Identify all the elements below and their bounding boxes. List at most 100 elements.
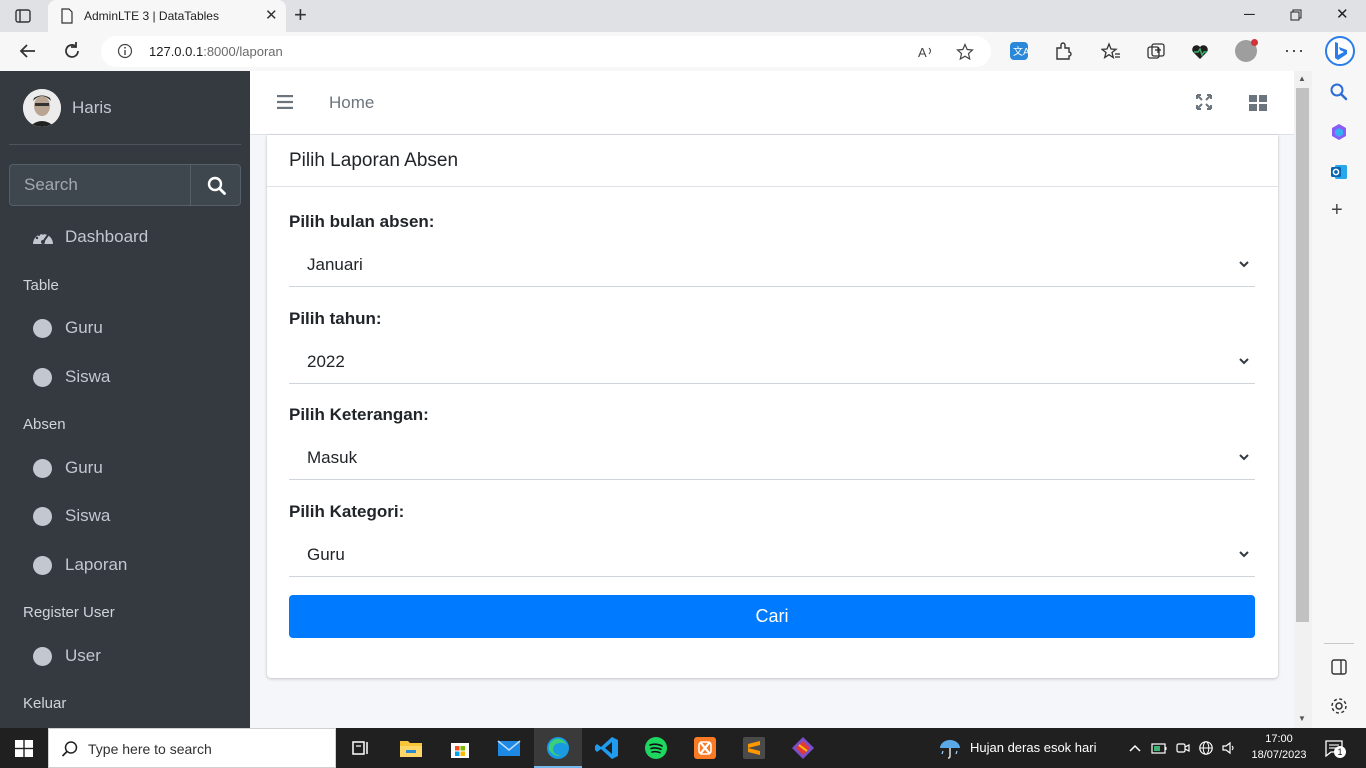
hamburger-menu-icon[interactable] — [277, 95, 293, 109]
task-view-icon[interactable] — [348, 735, 374, 761]
rain-umbrella-icon[interactable] — [938, 737, 962, 759]
xampp-icon[interactable] — [692, 735, 718, 761]
card-title: Pilih Laporan Absen — [289, 150, 459, 171]
control-sidebar-icon[interactable] — [1249, 94, 1267, 112]
circle-icon — [33, 647, 52, 666]
favorite-star-icon[interactable] — [956, 43, 974, 61]
git-gui-icon[interactable] — [790, 735, 816, 761]
keterangan-label: Pilih Keterangan: — [289, 405, 429, 424]
outlook-icon[interactable] — [1329, 162, 1349, 182]
user-name[interactable]: Haris — [72, 98, 112, 118]
home-link[interactable]: Home — [329, 93, 374, 113]
system-clock[interactable]: 17:00 18/07/2023 — [1248, 732, 1310, 763]
close-window-icon[interactable]: ✕ — [1336, 6, 1349, 24]
sidebar-header-register-user: Register User — [23, 604, 115, 621]
svg-text:文A: 文A — [1013, 45, 1029, 58]
keterangan-select[interactable]: Masuk — [289, 434, 1255, 480]
browser-tab-bar: AdminLTE 3 | DataTables ✕ + ─ ✕ — [0, 0, 1366, 32]
refresh-icon[interactable] — [61, 40, 83, 62]
settings-gear-icon[interactable] — [1329, 696, 1349, 716]
edge-browser-icon — [547, 737, 569, 759]
chevron-down-icon — [1239, 454, 1249, 461]
content-wrapper: Home Pilih Laporan Absen Pilih bulan abs… — [250, 71, 1294, 728]
bing-copilot-icon[interactable] — [1324, 35, 1356, 67]
circle-icon — [33, 319, 52, 338]
tab-actions-icon[interactable] — [14, 7, 32, 25]
sidebar-search-button[interactable] — [190, 164, 241, 206]
weather-text[interactable]: Hujan deras esok hari — [970, 740, 1096, 755]
sidebar-item-keluar[interactable]: Keluar — [23, 695, 66, 712]
site-info-icon[interactable] — [117, 43, 133, 59]
sublime-text-icon[interactable] — [741, 735, 767, 761]
top-navbar: Home — [250, 71, 1294, 135]
chevron-up-icon[interactable] — [1127, 740, 1143, 756]
browser-tab[interactable]: AdminLTE 3 | DataTables ✕ — [48, 0, 286, 32]
add-panel-icon[interactable]: + — [1331, 199, 1343, 222]
microsoft-store-icon[interactable] — [447, 735, 473, 761]
browser-toolbar: 127.0.0.1:8000/laporan A 文A ··· — [0, 32, 1366, 71]
notification-center[interactable]: 1 — [1325, 739, 1346, 758]
year-select-value: 2022 — [307, 352, 345, 371]
file-explorer-icon[interactable] — [398, 735, 424, 761]
page-scrollbar[interactable]: ▲ ▼ — [1294, 71, 1312, 728]
close-tab-icon[interactable]: ✕ — [265, 8, 278, 24]
scroll-down-icon[interactable]: ▼ — [1298, 714, 1306, 723]
split-screen-icon[interactable] — [1329, 657, 1349, 677]
sidebar-item-absen-siswa[interactable]: Siswa — [9, 496, 241, 536]
spotify-icon[interactable] — [643, 735, 669, 761]
address-bar[interactable]: 127.0.0.1:8000/laporan A — [101, 36, 991, 67]
kategori-select-value: Guru — [307, 545, 345, 564]
scroll-up-icon[interactable]: ▲ — [1298, 74, 1306, 83]
battery-icon[interactable] — [1151, 740, 1167, 756]
month-select[interactable]: Januari — [289, 241, 1255, 287]
search-icon[interactable] — [1329, 82, 1349, 102]
sidebar-item-label: Siswa — [65, 367, 111, 386]
minimize-icon[interactable]: ─ — [1244, 6, 1255, 24]
month-label: Pilih bulan absen: — [289, 212, 435, 231]
sidebar-header-table: Table — [23, 277, 59, 294]
performance-icon[interactable] — [1190, 42, 1210, 62]
search-icon — [207, 176, 226, 195]
cari-button[interactable]: Cari — [289, 595, 1255, 638]
translate-icon[interactable]: 文A — [1009, 41, 1029, 61]
notification-count: 1 — [1334, 746, 1346, 758]
scrollbar-thumb[interactable] — [1296, 88, 1309, 622]
restore-icon[interactable] — [1290, 9, 1302, 21]
sidebar-search-input[interactable] — [9, 164, 191, 206]
fullscreen-icon[interactable] — [1196, 94, 1212, 110]
favorites-icon[interactable] — [1101, 42, 1121, 62]
new-tab-icon[interactable]: + — [294, 4, 307, 26]
sidebar-item-absen-laporan[interactable]: Laporan — [9, 545, 241, 585]
url-text: 127.0.0.1:8000/laporan — [149, 44, 283, 59]
mail-icon[interactable] — [496, 735, 522, 761]
extensions-icon[interactable] — [1053, 42, 1073, 62]
taskbar-search-box[interactable]: Type here to search — [48, 728, 336, 768]
more-menu-icon[interactable]: ··· — [1284, 40, 1305, 61]
profile-avatar[interactable] — [1235, 39, 1258, 62]
edge-taskbar-button[interactable] — [534, 728, 582, 768]
volume-icon[interactable] — [1221, 740, 1237, 756]
tab-title: AdminLTE 3 | DataTables — [84, 9, 219, 23]
sidebar-item-label: Siswa — [65, 506, 111, 525]
windows-taskbar: Type here to search Hujan deras esok har… — [0, 728, 1366, 768]
windows-start-icon[interactable] — [15, 740, 33, 757]
sidebar-item-table-guru[interactable]: Guru — [9, 308, 241, 348]
user-panel: Haris — [9, 71, 241, 145]
year-select[interactable]: 2022 — [289, 338, 1255, 384]
sidebar-item-user[interactable]: User — [9, 636, 241, 676]
year-label: Pilih tahun: — [289, 309, 382, 328]
svg-text:A: A — [918, 45, 927, 60]
microsoft-365-icon[interactable] — [1329, 122, 1349, 142]
user-avatar[interactable] — [23, 89, 61, 127]
meet-now-icon[interactable] — [1175, 740, 1191, 756]
read-aloud-icon[interactable]: A — [917, 43, 935, 61]
sidebar-item-dashboard[interactable]: Dashboard — [9, 217, 241, 257]
sidebar-item-absen-guru[interactable]: Guru — [9, 448, 241, 488]
network-globe-icon[interactable] — [1198, 740, 1214, 756]
vscode-icon[interactable] — [594, 735, 620, 761]
kategori-select[interactable]: Guru — [289, 531, 1255, 577]
collections-icon[interactable] — [1146, 42, 1166, 62]
sidebar-item-table-siswa[interactable]: Siswa — [9, 357, 241, 397]
back-icon[interactable] — [17, 40, 39, 62]
main-sidebar: Haris Dashboard Table Guru Siswa Absen — [0, 71, 250, 728]
